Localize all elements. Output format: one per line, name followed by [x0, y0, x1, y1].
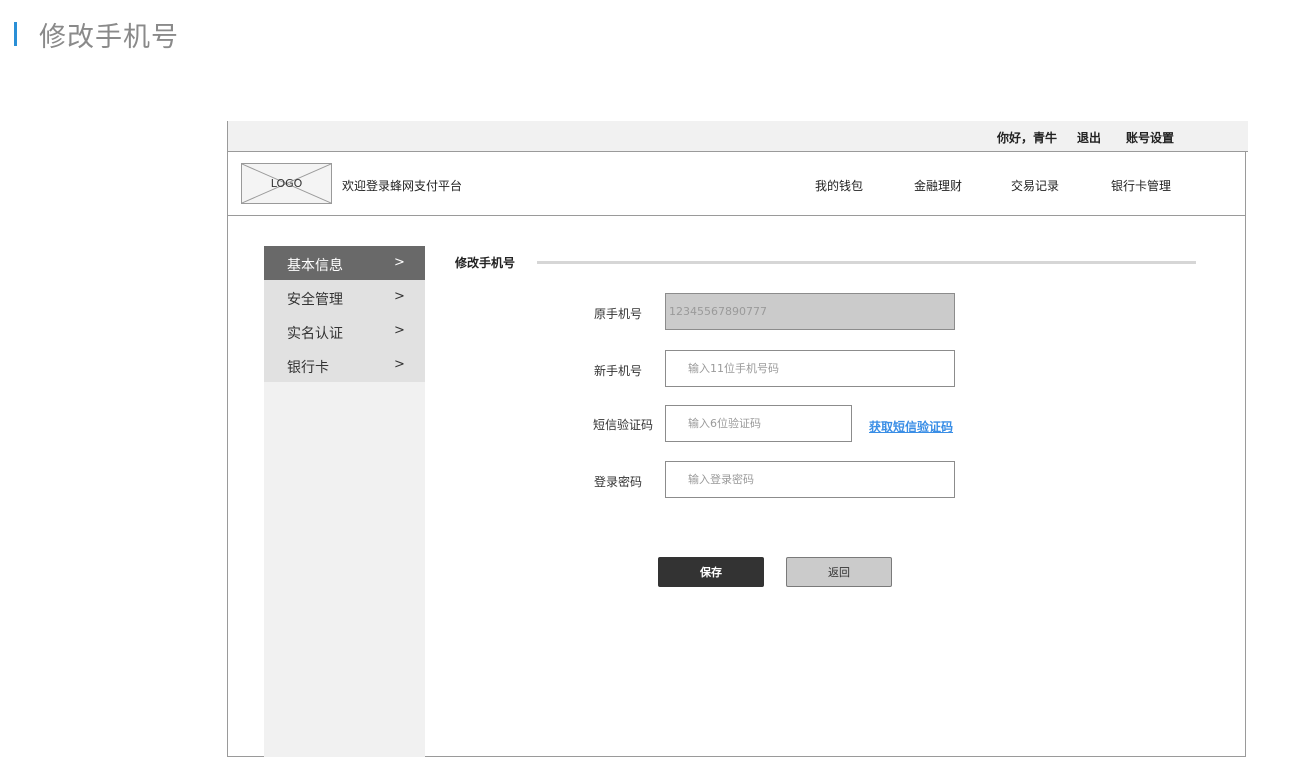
get-sms-code-link[interactable]: 获取短信验证码 — [869, 418, 953, 435]
sidebar-item-label: 安全管理 — [287, 292, 343, 308]
section-title: 修改手机号 — [455, 256, 516, 270]
nav-bank-cards[interactable]: 银行卡管理 — [1111, 177, 1171, 194]
section-divider — [537, 261, 1196, 264]
sidebar: 基本信息 > 安全管理 > 实名认证 > 银行卡 > — [264, 246, 425, 757]
sidebar-item-verification[interactable]: 实名认证 > — [264, 314, 425, 348]
logo-text: LOGO — [270, 177, 303, 190]
sms-code-field[interactable] — [665, 405, 852, 442]
chevron-right-icon: > — [394, 357, 405, 372]
back-button[interactable]: 返回 — [786, 557, 892, 587]
sidebar-item-basic-info[interactable]: 基本信息 > — [264, 246, 425, 280]
app-frame: 你好，青牛 退出 账号设置 LOGO 欢迎登录蜂网支付平台 我的钱包 金融理财 … — [227, 121, 1248, 757]
new-phone-field[interactable] — [665, 350, 955, 387]
account-settings-link[interactable]: 账号设置 — [1126, 129, 1174, 146]
sidebar-item-bank-card[interactable]: 银行卡 > — [264, 348, 425, 382]
user-greeting: 你好，青牛 — [997, 131, 1058, 145]
logout-link[interactable]: 退出 — [1077, 129, 1101, 146]
sms-code-label: 短信验证码 — [593, 418, 654, 432]
old-phone-field — [665, 293, 955, 330]
password-label: 登录密码 — [594, 475, 643, 489]
password-field[interactable] — [665, 461, 955, 498]
new-phone-label: 新手机号 — [594, 364, 643, 378]
old-phone-label: 原手机号 — [594, 307, 643, 321]
save-button[interactable]: 保存 — [658, 557, 764, 587]
title-accent-bar — [14, 22, 17, 46]
welcome-text: 欢迎登录蜂网支付平台 — [342, 179, 463, 193]
sidebar-item-security[interactable]: 安全管理 > — [264, 280, 425, 314]
nav-finance[interactable]: 金融理财 — [914, 177, 962, 194]
chevron-right-icon: > — [394, 255, 405, 270]
top-bar: 你好，青牛 退出 账号设置 — [228, 121, 1248, 152]
chevron-right-icon: > — [394, 323, 405, 338]
nav-my-wallet[interactable]: 我的钱包 — [815, 177, 863, 194]
sidebar-item-label: 银行卡 — [287, 360, 329, 376]
sidebar-item-label: 基本信息 — [287, 258, 343, 274]
page-header: 修改手机号 — [14, 16, 179, 53]
sidebar-item-label: 实名认证 — [287, 326, 343, 342]
page-title: 修改手机号 — [39, 21, 179, 53]
chevron-right-icon: > — [394, 289, 405, 304]
site-header: LOGO 欢迎登录蜂网支付平台 我的钱包 金融理财 交易记录 银行卡管理 — [228, 152, 1246, 216]
nav-transactions[interactable]: 交易记录 — [1011, 177, 1059, 194]
logo-placeholder[interactable]: LOGO — [241, 163, 332, 204]
